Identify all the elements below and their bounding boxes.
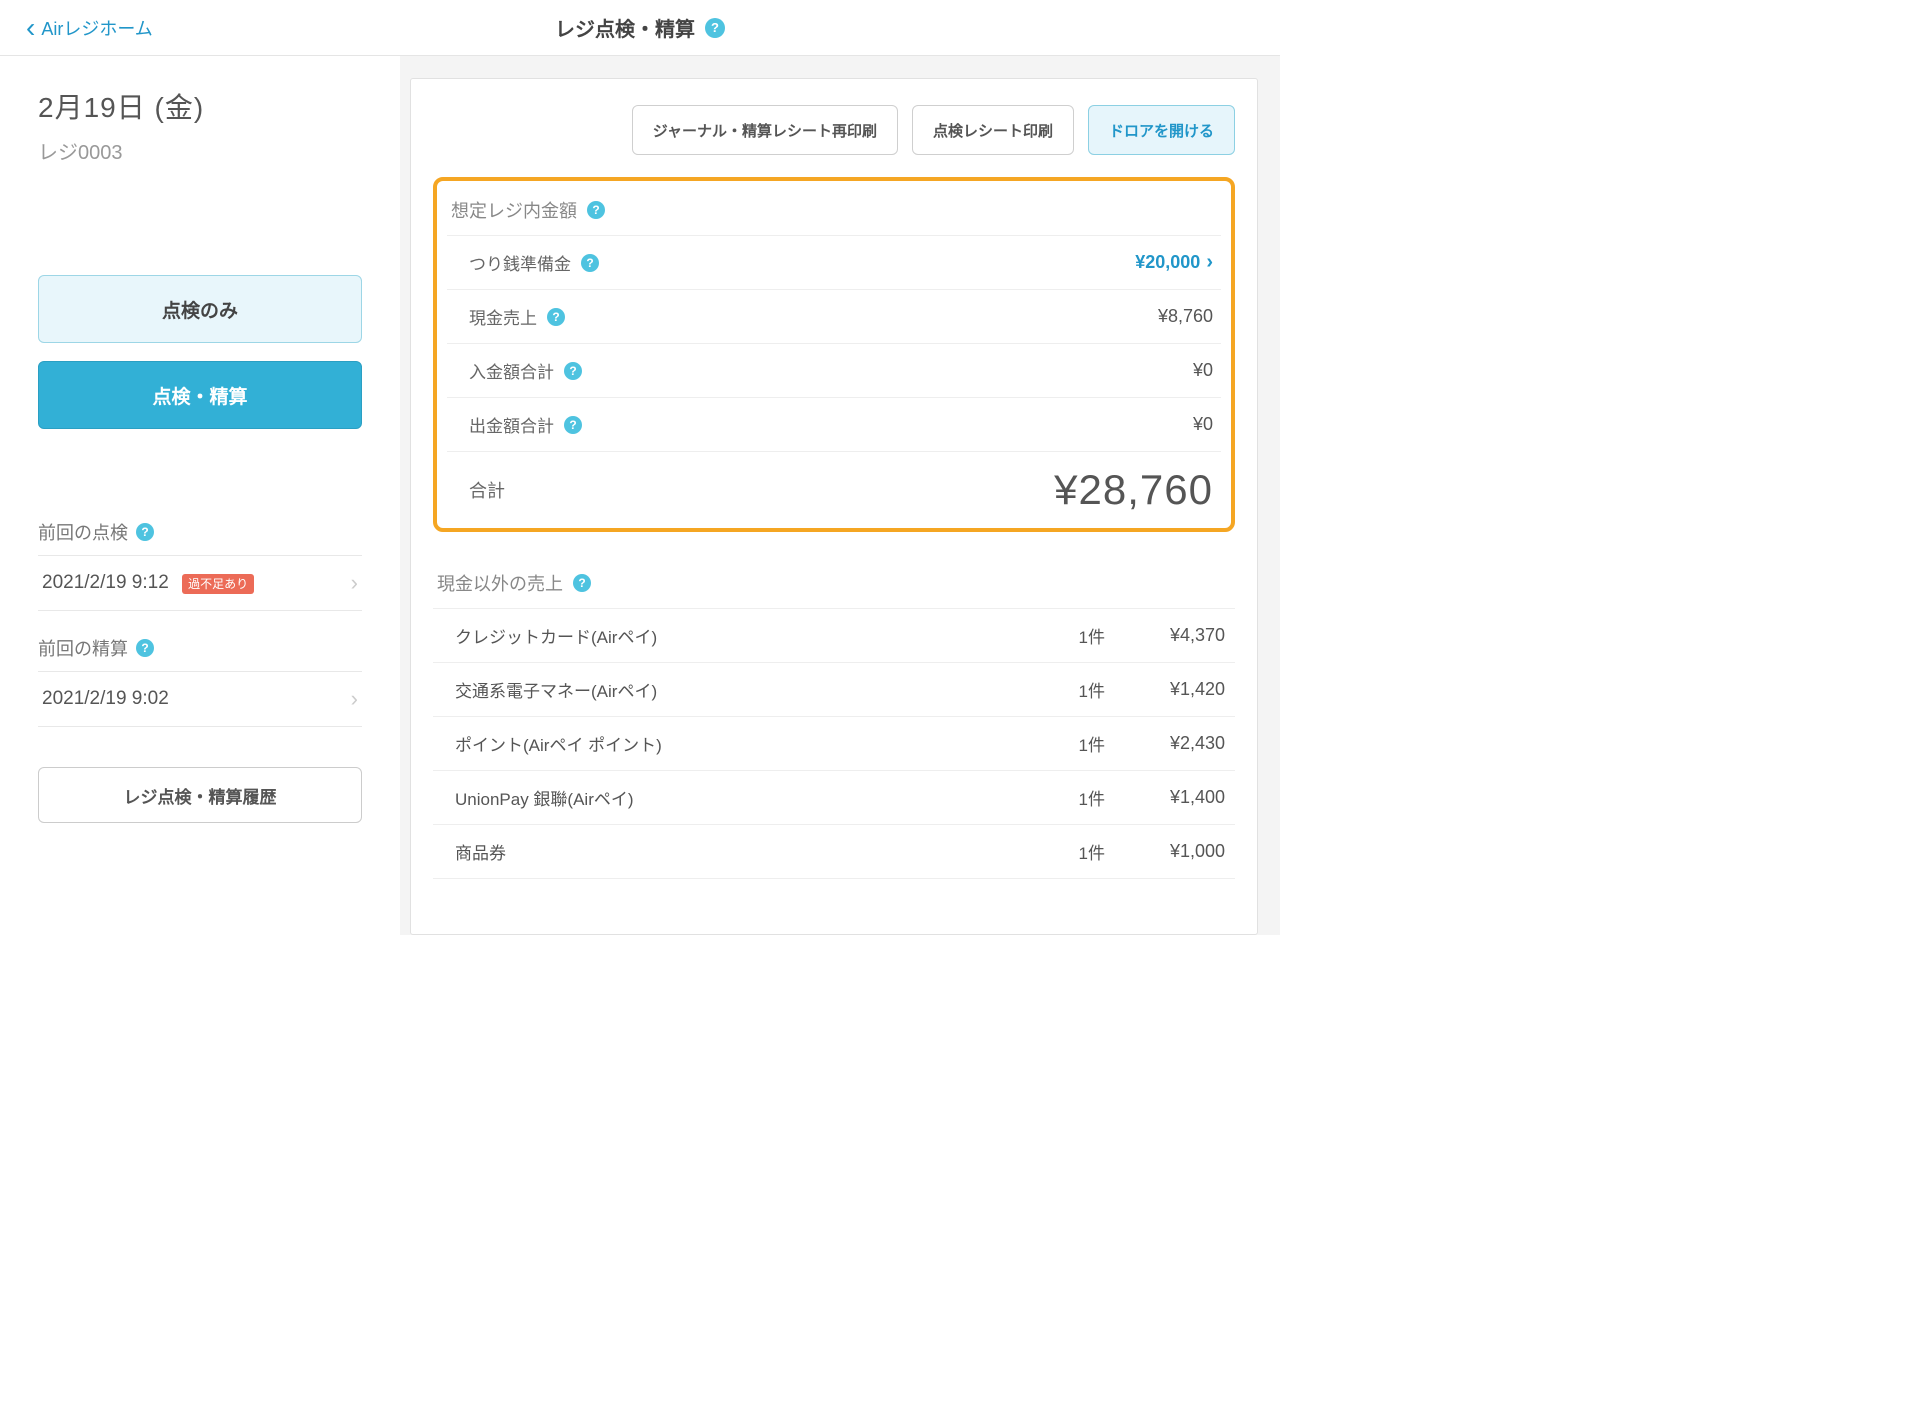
last-check-row[interactable]: 2021/2/19 9:12 過不足あり › (38, 555, 362, 611)
register-label: レジ0003 (38, 136, 362, 165)
back-link-label: Airレジホーム (41, 15, 152, 41)
expected-total-value: ¥28,760 (1054, 466, 1213, 514)
cash-sales-label: 現金売上 ? (469, 304, 565, 329)
chevron-right-icon: › (1206, 251, 1213, 274)
change-fund-label: つり銭準備金 ? (469, 250, 599, 275)
noncash-row: 商品券 1件 ¥1,000 (433, 825, 1235, 879)
last-settle-heading: 前回の精算 ? (38, 635, 362, 671)
last-check-heading-text: 前回の点検 (38, 519, 128, 545)
help-icon[interactable]: ? (705, 18, 725, 38)
noncash-row-value: ¥1,420 (1105, 679, 1225, 700)
expected-total-label: 合計 (469, 477, 505, 503)
withdraw-value: ¥0 (1193, 414, 1213, 435)
expected-total-row: 合計 ¥28,760 (447, 452, 1221, 520)
noncash-section: 現金以外の売上 ? クレジットカード(Airペイ) 1件 ¥4,370 交通系電… (433, 560, 1235, 879)
journal-reprint-button[interactable]: ジャーナル・精算レシート再印刷 (632, 105, 898, 155)
noncash-row-label: ポイント(Airペイ ポイント) (455, 731, 1025, 756)
cash-sales-row: 現金売上 ? ¥8,760 (447, 290, 1221, 344)
history-button[interactable]: レジ点検・精算履歴 (38, 767, 362, 823)
last-settle-section: 前回の精算 ? 2021/2/19 9:02 › (38, 635, 362, 727)
check-only-button[interactable]: 点検のみ (38, 275, 362, 343)
chevron-left-icon: ‹ (26, 14, 35, 42)
check-settle-label: 点検・精算 (152, 382, 247, 409)
noncash-row: ポイント(Airペイ ポイント) 1件 ¥2,430 (433, 717, 1235, 771)
journal-reprint-label: ジャーナル・精算レシート再印刷 (653, 120, 877, 141)
app-header: ‹ Airレジホーム レジ点検・精算 ? (0, 0, 1280, 56)
help-icon[interactable]: ? (564, 416, 582, 434)
help-icon[interactable]: ? (564, 362, 582, 380)
expected-cash-title: 想定レジ内金額 ? (447, 187, 1221, 236)
noncash-row-value: ¥2,430 (1105, 733, 1225, 754)
print-check-button[interactable]: 点検レシート印刷 (912, 105, 1074, 155)
last-settle-heading-text: 前回の精算 (38, 635, 128, 661)
noncash-row-label: 交通系電子マネー(Airペイ) (455, 677, 1025, 702)
change-fund-value-link[interactable]: ¥20,000 › (1135, 251, 1213, 274)
noncash-title: 現金以外の売上 ? (433, 560, 1235, 609)
help-icon[interactable]: ? (573, 574, 591, 592)
open-drawer-button[interactable]: ドロアを開ける (1088, 105, 1235, 155)
cash-sales-value: ¥8,760 (1158, 306, 1213, 327)
sidebar: 2月19日 (金) レジ0003 点検のみ 点検・精算 前回の点検 ? 2021… (0, 56, 400, 935)
help-icon[interactable]: ? (587, 201, 605, 219)
noncash-row-label: クレジットカード(Airペイ) (455, 623, 1025, 648)
noncash-row: 交通系電子マネー(Airペイ) 1件 ¥1,420 (433, 663, 1235, 717)
expected-cash-title-text: 想定レジ内金額 (451, 197, 577, 223)
page-title: レジ点検・精算 ? (555, 13, 725, 42)
chevron-right-icon: › (351, 686, 358, 712)
help-icon[interactable]: ? (547, 308, 565, 326)
last-check-time: 2021/2/19 9:12 過不足あり (42, 572, 254, 594)
noncash-row-label: 商品券 (455, 839, 1025, 864)
noncash-row-count: 1件 (1025, 785, 1105, 810)
discrepancy-badge: 過不足あり (182, 574, 254, 594)
change-fund-row: つり銭準備金 ? ¥20,000 › (447, 236, 1221, 290)
deposit-label-text: 入金額合計 (469, 358, 554, 383)
noncash-row-count: 1件 (1025, 731, 1105, 756)
help-icon[interactable]: ? (136, 523, 154, 541)
noncash-row-value: ¥1,000 (1105, 841, 1225, 862)
page-title-text: レジ点検・精算 (555, 13, 695, 42)
change-fund-value: ¥20,000 (1135, 252, 1200, 273)
last-check-time-text: 2021/2/19 9:12 (42, 572, 169, 593)
noncash-row-count: 1件 (1025, 677, 1105, 702)
back-link[interactable]: ‹ Airレジホーム (0, 14, 153, 42)
withdraw-label: 出金額合計 ? (469, 412, 582, 437)
noncash-row-value: ¥4,370 (1105, 625, 1225, 646)
main-area: ジャーナル・精算レシート再印刷 点検レシート印刷 ドロアを開ける 想定レジ内金額… (400, 56, 1280, 935)
help-icon[interactable]: ? (581, 254, 599, 272)
panel: ジャーナル・精算レシート再印刷 点検レシート印刷 ドロアを開ける 想定レジ内金額… (410, 78, 1258, 935)
withdraw-row: 出金額合計 ? ¥0 (447, 398, 1221, 452)
cash-sales-label-text: 現金売上 (469, 304, 537, 329)
deposit-value: ¥0 (1193, 360, 1213, 381)
help-icon[interactable]: ? (136, 639, 154, 657)
last-check-heading: 前回の点検 ? (38, 519, 362, 555)
noncash-row-value: ¥1,400 (1105, 787, 1225, 808)
noncash-row-count: 1件 (1025, 623, 1105, 648)
last-settle-time: 2021/2/19 9:02 (42, 688, 169, 710)
noncash-row: UnionPay 銀聯(Airペイ) 1件 ¥1,400 (433, 771, 1235, 825)
check-settle-button[interactable]: 点検・精算 (38, 361, 362, 429)
deposit-label: 入金額合計 ? (469, 358, 582, 383)
withdraw-label-text: 出金額合計 (469, 412, 554, 437)
layout: 2月19日 (金) レジ0003 点検のみ 点検・精算 前回の点検 ? 2021… (0, 56, 1280, 935)
chevron-right-icon: › (351, 570, 358, 596)
noncash-title-text: 現金以外の売上 (437, 570, 563, 596)
noncash-row-count: 1件 (1025, 839, 1105, 864)
deposit-row: 入金額合計 ? ¥0 (447, 344, 1221, 398)
mode-buttons: 点検のみ 点検・精算 (38, 275, 362, 429)
open-drawer-label: ドロアを開ける (1109, 120, 1214, 141)
print-check-label: 点検レシート印刷 (933, 120, 1053, 141)
last-settle-row[interactable]: 2021/2/19 9:02 › (38, 671, 362, 727)
noncash-row-label: UnionPay 銀聯(Airペイ) (455, 785, 1025, 810)
check-only-label: 点検のみ (162, 296, 238, 323)
noncash-row: クレジットカード(Airペイ) 1件 ¥4,370 (433, 609, 1235, 663)
expected-cash-box: 想定レジ内金額 ? つり銭準備金 ? ¥20,000 › 現金売上 (433, 177, 1235, 532)
last-check-section: 前回の点検 ? 2021/2/19 9:12 過不足あり › (38, 519, 362, 611)
date-label: 2月19日 (金) (38, 86, 362, 126)
history-button-label: レジ点検・精算履歴 (124, 783, 277, 808)
toolbar: ジャーナル・精算レシート再印刷 点検レシート印刷 ドロアを開ける (433, 105, 1235, 155)
change-fund-label-text: つり銭準備金 (469, 250, 571, 275)
